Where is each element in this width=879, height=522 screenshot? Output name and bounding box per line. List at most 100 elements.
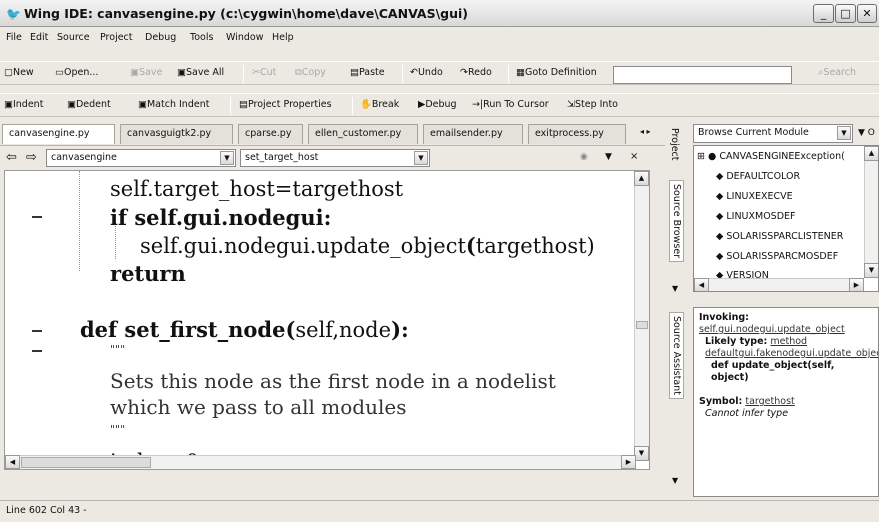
code-line: if self.gui.nodegui: — [110, 205, 332, 230]
chevron-down-icon: ▼ — [220, 151, 234, 165]
undo-button[interactable]: ↶Undo — [410, 67, 443, 78]
tree-item[interactable]: ◆ LINUXEXECVE — [716, 191, 793, 202]
new-file-icon: ▢ — [4, 67, 13, 78]
scroll-up-icon[interactable]: ▲ — [864, 146, 878, 161]
indent-button[interactable]: ▣Indent — [4, 99, 43, 110]
goto-definition-input[interactable] — [613, 66, 792, 84]
module-select[interactable]: canvasengine ▼ — [46, 149, 236, 167]
copy-icon: ⧉ — [295, 67, 302, 78]
tab-scroll-arrows-icon[interactable]: ◂ ▸ — [640, 127, 651, 136]
signature-row: def update_object(self, object) — [711, 360, 835, 383]
scroll-down-icon[interactable]: ▼ — [864, 263, 878, 278]
tab-canvasguigtk2[interactable]: canvasguigtk2.py — [120, 124, 233, 144]
save-button[interactable]: ▣Save — [130, 67, 162, 78]
tree-item[interactable]: ◆ LINUXMOSDEF — [716, 211, 796, 222]
scope-select[interactable]: set_target_host ▼ — [240, 149, 430, 167]
tab-exitprocess[interactable]: exitprocess.py — [528, 124, 626, 144]
status-text: Line 602 Col 43 - — [6, 505, 87, 516]
code-editor[interactable]: self.target_host=targethost if self.gui.… — [4, 170, 650, 470]
scroll-thumb[interactable] — [21, 457, 151, 468]
invoking-link[interactable]: self.gui.nodegui.update_object — [699, 324, 845, 335]
fold-marker-icon[interactable] — [32, 216, 42, 218]
debug-button[interactable]: ▶Debug — [418, 99, 457, 110]
menu-tools[interactable]: Tools — [190, 32, 213, 43]
tab-canvasengine[interactable]: canvasengine.py — [2, 124, 115, 144]
save-all-button[interactable]: ▣Save All — [177, 67, 224, 78]
new-button[interactable]: ▢New — [4, 67, 34, 78]
match-indent-button[interactable]: ▣Match Indent — [138, 99, 209, 110]
menu-edit[interactable]: Edit — [30, 32, 48, 43]
menu-help[interactable]: Help — [272, 32, 294, 43]
class-icon: ● — [708, 151, 717, 162]
options-icon[interactable]: ◉ — [580, 152, 588, 162]
tree-item[interactable]: ◆ DEFAULTCOLOR — [716, 171, 800, 182]
browser-options-button[interactable]: ▼ O — [858, 128, 875, 138]
fold-marker-icon[interactable] — [32, 350, 42, 352]
minimize-button[interactable]: _ — [813, 4, 834, 23]
goto-definition-button[interactable]: ▦Goto Definition — [516, 67, 597, 78]
source-assistant-panel: Invoking: self.gui.nodegui.update_object… — [693, 307, 879, 497]
variable-icon: ◆ — [716, 270, 724, 278]
search-button[interactable]: ⌕Search — [818, 67, 856, 78]
break-button[interactable]: ✋Break — [360, 99, 399, 110]
scroll-right-icon[interactable]: ▶ — [621, 455, 636, 469]
scroll-left-icon[interactable]: ◀ — [5, 455, 20, 469]
docstring-line: Sets this node as the first node in a no… — [110, 369, 556, 393]
variable-icon: ◆ — [716, 251, 724, 262]
panel-menu-icon[interactable]: ▼ — [672, 476, 678, 485]
fold-marker-icon[interactable] — [32, 330, 42, 332]
menu-down-icon[interactable]: ▼ — [605, 152, 612, 162]
scroll-thumb[interactable] — [636, 321, 648, 329]
tab-ellen-customer[interactable]: ellen_customer.py — [308, 124, 418, 144]
maximize-button[interactable]: □ — [835, 4, 856, 23]
tree-item[interactable]: ◆ SOLARISSPARCLISTENER — [716, 231, 843, 242]
copy-button[interactable]: ⧉Copy — [295, 67, 326, 78]
tree-item[interactable]: ⊞ ● CANVASENGINEException( — [697, 151, 845, 162]
menu-source[interactable]: Source — [57, 32, 90, 43]
indent-guide — [79, 171, 80, 271]
menu-bar: File Edit Source Project Debug Tools Win… — [0, 28, 879, 48]
likely-type-row: Likely type: method defaultgui.fakenodeg… — [699, 336, 878, 360]
code-line-def: def set_first_node(self,node): — [80, 317, 409, 342]
panel-menu-icon[interactable]: ▼ — [672, 284, 678, 293]
vertical-scrollbar[interactable]: ▲ ▼ — [864, 146, 878, 278]
run-to-cursor-button[interactable]: →|Run To Cursor — [472, 99, 549, 110]
back-arrow-icon[interactable]: ⇦ — [6, 150, 17, 165]
tab-cparse[interactable]: cparse.py — [238, 124, 303, 144]
paste-button[interactable]: ▤Paste — [350, 67, 385, 78]
tab-source-browser[interactable]: Source Browser — [669, 180, 684, 263]
toolbar-separator — [243, 65, 244, 83]
expand-icon[interactable]: ⊞ — [697, 151, 705, 162]
tab-emailsender[interactable]: emailsender.py — [423, 124, 523, 144]
menu-file[interactable]: File — [6, 32, 22, 43]
close-file-icon[interactable]: × — [630, 151, 638, 162]
tab-project[interactable]: Project — [669, 128, 680, 161]
tree-item[interactable]: ◆ VERSION — [716, 270, 769, 278]
step-into-button[interactable]: ⇲Step Into — [567, 99, 618, 110]
redo-button[interactable]: ↷Redo — [460, 67, 492, 78]
scroll-up-icon[interactable]: ▲ — [634, 171, 649, 186]
browse-scope-select[interactable]: Browse Current Module ▼ — [693, 124, 853, 143]
open-button[interactable]: ▭Open... — [55, 67, 98, 78]
scroll-down-icon[interactable]: ▼ — [634, 446, 649, 461]
menu-project[interactable]: Project — [100, 32, 133, 43]
code-line: self.gui.nodegui.update_object(targethos… — [140, 233, 595, 258]
horizontal-scrollbar[interactable]: ◀ ▶ — [694, 278, 864, 291]
scroll-right-icon[interactable]: ▶ — [849, 278, 864, 291]
symbol-link[interactable]: targethost — [745, 396, 794, 407]
invoking-row: Invoking: self.gui.nodegui.update_object — [699, 312, 845, 335]
vertical-scrollbar[interactable]: ▲ ▼ — [634, 171, 649, 461]
forward-arrow-icon[interactable]: ⇨ — [26, 150, 37, 165]
project-properties-button[interactable]: ▤Project Properties — [239, 99, 332, 110]
horizontal-scrollbar[interactable]: ◀ ▶ — [5, 455, 636, 469]
scroll-left-icon[interactable]: ◀ — [694, 278, 709, 291]
redo-icon: ↷ — [460, 67, 468, 78]
dedent-button[interactable]: ▣Dedent — [67, 99, 111, 110]
cut-button[interactable]: ✂Cut — [252, 67, 276, 78]
symbol-note: Cannot infer type — [705, 408, 789, 419]
menu-debug[interactable]: Debug — [145, 32, 176, 43]
close-button[interactable]: ✕ — [857, 4, 877, 23]
tree-item[interactable]: ◆ SOLARISSPARCMOSDEF — [716, 251, 838, 262]
menu-window[interactable]: Window — [226, 32, 263, 43]
tab-source-assistant[interactable]: Source Assistant — [669, 312, 684, 399]
